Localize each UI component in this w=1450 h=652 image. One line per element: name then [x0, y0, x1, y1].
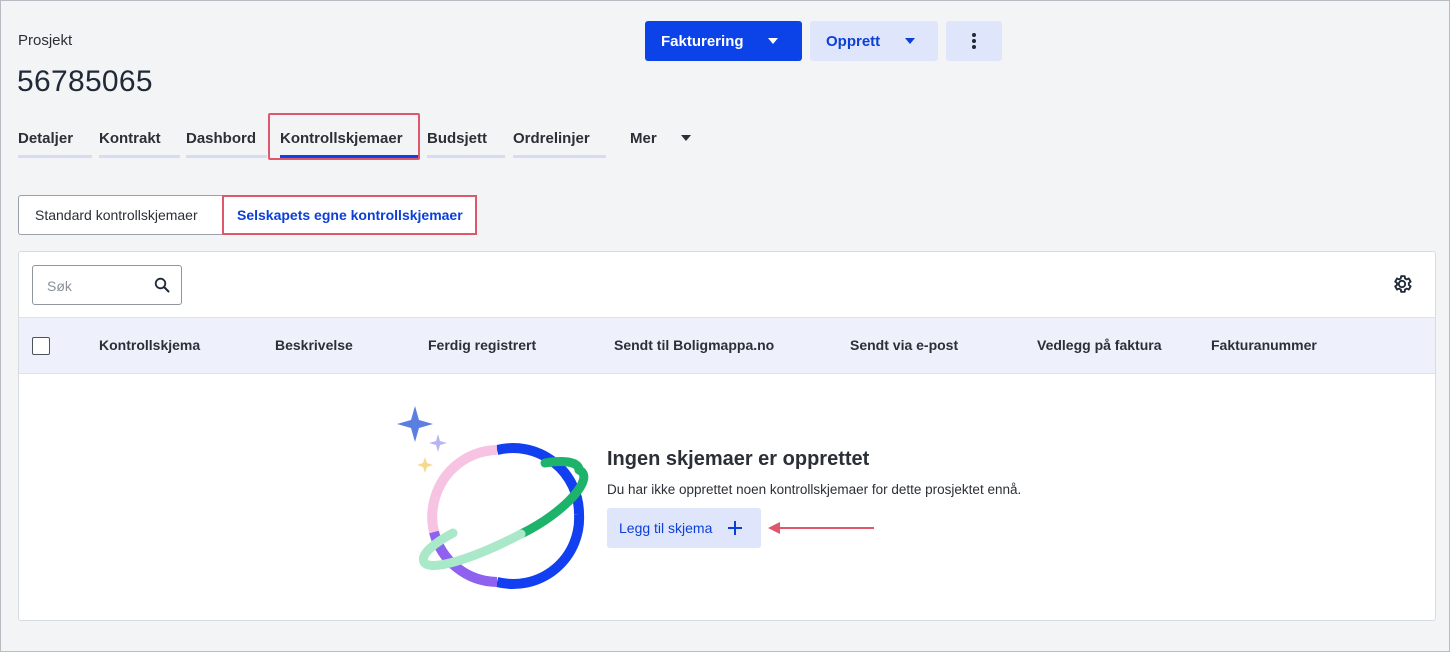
tab-order-lines[interactable]: Ordrelinjer	[513, 121, 606, 158]
search-icon[interactable]	[154, 277, 170, 293]
chevron-down-icon	[768, 38, 778, 44]
chevron-down-icon	[905, 38, 915, 44]
column-header-boligmappa[interactable]: Sendt til Boligmappa.no	[614, 337, 774, 353]
create-button-label: Opprett	[826, 32, 881, 50]
invoice-dropdown-button[interactable]: Fakturering	[645, 21, 802, 61]
invoice-button-label: Fakturering	[661, 32, 744, 50]
tab-more[interactable]: Mer	[630, 121, 700, 158]
empty-state-description: Du har ikke opprettet noen kontrollskjem…	[607, 482, 1022, 497]
forms-panel: Kontrollskjema Beskrivelse Ferdig regist…	[18, 251, 1436, 621]
column-header-invoice-number[interactable]: Fakturanummer	[1211, 337, 1317, 353]
tab-more-label: Mer	[630, 130, 657, 147]
column-header-registered[interactable]: Ferdig registrert	[428, 337, 536, 353]
page-title: 56785065	[17, 65, 153, 98]
segment-company-forms[interactable]: Selskapets egne kontrollskjemaer	[222, 195, 477, 235]
search-box	[32, 265, 182, 305]
more-actions-button[interactable]	[946, 21, 1002, 61]
empty-state-title: Ingen skjemaer er opprettet	[607, 448, 870, 470]
tab-budget[interactable]: Budsjett	[427, 121, 505, 158]
annotation-arrow-icon	[768, 522, 874, 534]
add-form-button[interactable]: Legg til skjema	[607, 508, 761, 548]
column-header-description[interactable]: Beskrivelse	[275, 337, 353, 353]
create-dropdown-button[interactable]: Opprett	[810, 21, 938, 61]
planet-illustration	[397, 406, 589, 589]
add-form-button-label: Legg til skjema	[619, 520, 713, 536]
plus-icon	[728, 521, 742, 535]
tab-dashboard[interactable]: Dashbord	[186, 121, 267, 158]
column-header-attachment[interactable]: Vedlegg på faktura	[1037, 337, 1161, 353]
tab-control-forms[interactable]: Kontrollskjemaer	[280, 121, 418, 158]
gear-icon[interactable]	[1391, 273, 1413, 295]
column-header-control-form[interactable]: Kontrollskjema	[99, 337, 200, 353]
vertical-dots-icon	[972, 33, 976, 49]
segment-standard-forms[interactable]: Standard kontrollskjemaer	[18, 195, 223, 235]
tab-details[interactable]: Detaljer	[18, 121, 92, 158]
table-header: Kontrollskjema Beskrivelse Ferdig regist…	[19, 317, 1435, 374]
chevron-down-icon	[681, 135, 691, 141]
column-header-email[interactable]: Sendt via e-post	[850, 337, 958, 353]
app-window: Prosjekt 56785065 Fakturering Opprett De…	[0, 0, 1450, 652]
search-input[interactable]	[47, 276, 147, 296]
select-all-checkbox[interactable]	[32, 337, 50, 355]
tab-contract[interactable]: Kontrakt	[99, 121, 180, 158]
breadcrumb[interactable]: Prosjekt	[18, 32, 72, 49]
